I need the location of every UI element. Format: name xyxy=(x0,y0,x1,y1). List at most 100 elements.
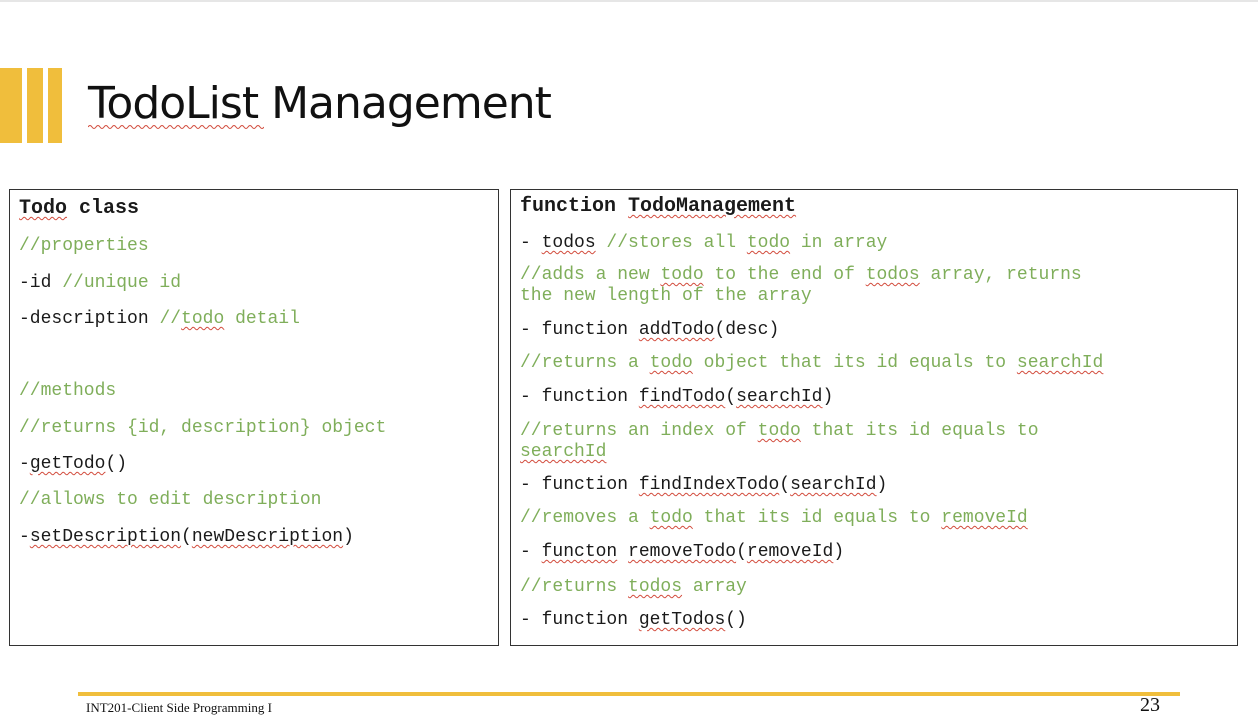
todos-name: todos xyxy=(541,233,596,253)
page-number: 23 xyxy=(1140,694,1160,716)
remove-paren-close: ) xyxy=(833,542,845,562)
index-paren-close: ) xyxy=(876,475,888,495)
heading-rest: class xyxy=(67,197,140,220)
accent-bar xyxy=(0,68,22,143)
index-arg: searchId xyxy=(790,475,877,495)
index-name: findIndexTodo xyxy=(638,475,780,495)
title-accent-bars xyxy=(0,68,62,143)
find-paren-close: ) xyxy=(822,387,834,407)
heading-name: TodoManagement xyxy=(628,195,797,218)
heading-word: Todo xyxy=(19,197,68,220)
footer-course-name: INT201-Client Side Programming I xyxy=(86,700,272,715)
todo-class-heading: Todo class xyxy=(19,198,139,219)
find-comment-mid: object that its id equals to xyxy=(692,353,1017,373)
gettodos-name: getTodos xyxy=(638,610,726,630)
set-paren-close: ) xyxy=(343,527,354,547)
gettodos-comment-pre: //returns xyxy=(520,577,629,597)
add-comment-line-1: //adds a new todo to the end of todos ar… xyxy=(520,265,1082,286)
index-comment-line-2: searchId xyxy=(520,442,606,463)
gettodos-comment: //returns todos array xyxy=(520,577,747,598)
index-comment-pre: //returns an index of xyxy=(520,421,758,441)
index-comment-word: todo xyxy=(757,421,801,441)
add-name: addTodo xyxy=(638,320,715,340)
todo-class-box: Todo class //properties -id //unique id … xyxy=(9,189,499,646)
find-comment: //returns a todo object that its id equa… xyxy=(520,353,1103,374)
get-todos-function: - function getTodos() xyxy=(520,610,747,631)
remove-comment-pre: //removes a xyxy=(520,508,650,528)
set-paren-open: ( xyxy=(181,527,192,547)
add-comment-line-2: the new length of the array xyxy=(520,286,812,306)
set-name: setDescription xyxy=(29,527,182,547)
set-arg: newDescription xyxy=(191,527,344,547)
remove-space xyxy=(617,542,628,562)
add-comment-post: array, returns xyxy=(919,265,1082,285)
find-paren-open: ( xyxy=(725,387,737,407)
gettodos-args: () xyxy=(725,610,747,630)
top-rule xyxy=(0,0,1258,2)
todos-property: - todos //stores all todo in array xyxy=(520,233,887,254)
gettodos-comment-word: todos xyxy=(628,577,683,597)
index-comment-post: that its id equals to xyxy=(800,421,1039,441)
get-args: () xyxy=(105,454,128,474)
add-comment-word1: todo xyxy=(660,265,704,285)
find-arg: searchId xyxy=(736,387,823,407)
find-comment-word2: searchId xyxy=(1016,353,1104,373)
find-index-todo-function: - function findIndexTodo(searchId) xyxy=(520,475,887,496)
todos-comment-pre: //stores all xyxy=(595,233,747,253)
index-comment-line-1: //returns an index of todo that its id e… xyxy=(520,421,1039,442)
find-pre: - function xyxy=(520,387,639,407)
index-paren-open: ( xyxy=(779,475,791,495)
returns-comment: //returns {id, description} object xyxy=(19,418,387,438)
set-description-method: -setDescription(newDescription) xyxy=(19,527,354,548)
add-comment-pre: //adds a new xyxy=(520,265,661,285)
index-comment-word2: searchId xyxy=(520,442,607,462)
remove-dash: - xyxy=(520,542,542,562)
remove-arg: removeId xyxy=(746,542,834,562)
id-code: -id xyxy=(19,273,63,293)
accent-bar xyxy=(27,68,43,143)
remove-keyword: functon xyxy=(541,542,618,562)
methods-comment: //methods xyxy=(19,381,117,401)
remove-comment: //removes a todo that its id equals to r… xyxy=(520,508,1028,529)
todo-management-heading: function TodoManagement xyxy=(520,196,796,217)
todos-comment-post: in array xyxy=(790,233,888,253)
index-pre: - function xyxy=(520,475,639,495)
id-property: -id //unique id xyxy=(19,273,181,294)
gettodos-comment-post: array xyxy=(682,577,747,597)
get-dash: - xyxy=(19,454,30,474)
remove-comment-mid: that its id equals to xyxy=(692,508,942,528)
desc-code: -description xyxy=(19,309,160,329)
remove-comment-word2: removeId xyxy=(941,508,1028,528)
todo-management-box: function TodoManagement - todos //stores… xyxy=(510,189,1238,646)
find-comment-pre: //returns a xyxy=(520,353,650,373)
remove-paren-open: ( xyxy=(736,542,747,562)
add-comment-mid: to the end of xyxy=(703,265,866,285)
footer-rule xyxy=(78,692,1180,696)
set-dash: - xyxy=(19,527,30,547)
add-comment-word2: todos xyxy=(865,265,920,285)
desc-comment-pre: // xyxy=(159,309,182,329)
spellcheck-underline xyxy=(88,125,264,129)
slide-title: TodoList Management xyxy=(88,78,552,129)
properties-comment: //properties xyxy=(19,236,149,256)
edit-comment: //allows to edit description xyxy=(19,490,322,510)
todos-dash: - xyxy=(520,233,542,253)
id-comment: //unique id xyxy=(62,273,182,293)
todos-comment-word: todo xyxy=(746,233,791,253)
gettodos-pre: - function xyxy=(520,610,639,630)
desc-comment-word: todo xyxy=(181,309,225,329)
accent-bar xyxy=(48,68,62,143)
heading-pre: function xyxy=(520,195,629,218)
remove-todo-function: - functon removeTodo(removeId) xyxy=(520,542,844,563)
add-pre: - function xyxy=(520,320,639,340)
description-property: -description //todo detail xyxy=(19,309,300,330)
remove-comment-word: todo xyxy=(649,508,693,528)
desc-comment-post: detail xyxy=(224,309,300,329)
get-todo-method: -getTodo() xyxy=(19,454,127,475)
get-name: getTodo xyxy=(29,454,106,474)
find-comment-word: todo xyxy=(649,353,693,373)
find-todo-function: - function findTodo(searchId) xyxy=(520,387,833,408)
find-name: findTodo xyxy=(638,387,726,407)
remove-name: removeTodo xyxy=(628,542,737,562)
add-args: (desc) xyxy=(714,320,780,340)
